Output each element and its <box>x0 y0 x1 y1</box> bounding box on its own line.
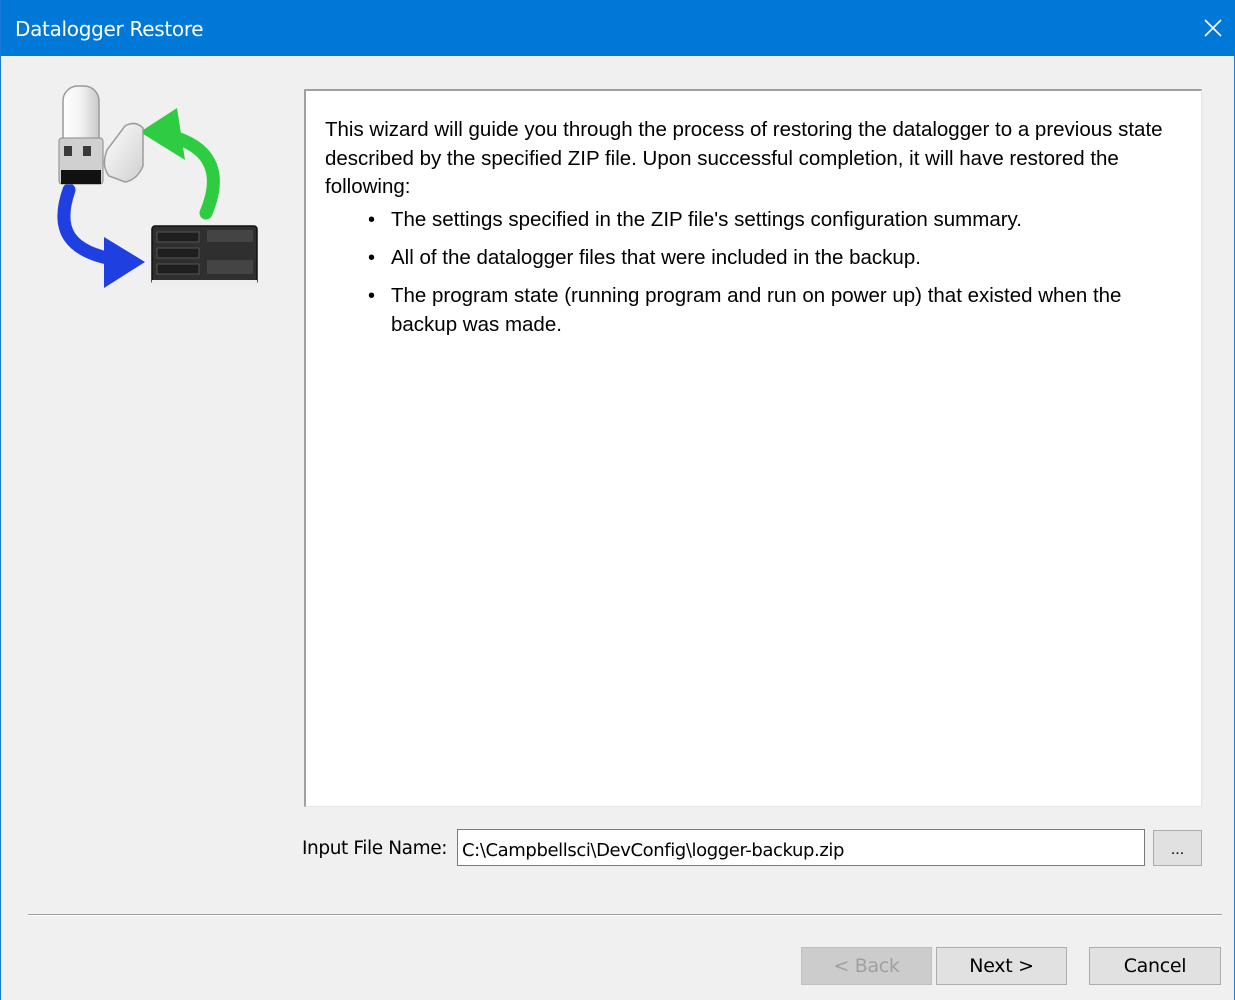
wizard-description: This wizard will guide you through the p… <box>325 118 1163 198</box>
close-icon <box>1204 19 1222 37</box>
window-title: Datalogger Restore <box>15 17 204 41</box>
datalogger-restore-dialog: Datalogger Restore This wizard will guid… <box>0 0 1235 1000</box>
description-panel: This wizard will guide you through the p… <box>304 89 1202 807</box>
restore-items-list: The settings specified in the ZIP file's… <box>368 206 1171 349</box>
title-bar[interactable]: Datalogger Restore <box>1 0 1235 56</box>
input-file-name-label: Input File Name: <box>302 838 448 859</box>
divider <box>28 914 1222 916</box>
close-button[interactable] <box>1190 0 1235 56</box>
next-button[interactable]: Next > <box>936 947 1067 985</box>
list-item: The program state (running program and r… <box>368 282 1171 339</box>
back-button[interactable]: < Back <box>801 947 932 985</box>
list-item: The settings specified in the ZIP file's… <box>368 206 1171 235</box>
input-file-name-field[interactable] <box>457 829 1145 866</box>
browse-button[interactable]: ... <box>1153 830 1202 866</box>
cancel-button[interactable]: Cancel <box>1089 947 1221 985</box>
list-item: All of the datalogger files that were in… <box>368 244 1171 273</box>
usb-restore-datalogger-graphic <box>57 85 258 288</box>
